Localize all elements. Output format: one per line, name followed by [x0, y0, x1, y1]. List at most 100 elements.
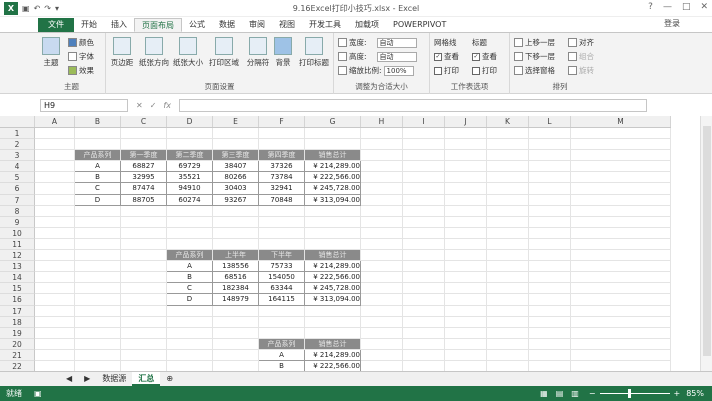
cell-K13[interactable]: [487, 261, 529, 273]
cell-L8[interactable]: [529, 205, 571, 217]
gridlines-print-checkbox[interactable]: [434, 66, 442, 75]
cell-H17[interactable]: [361, 305, 403, 317]
cell-D6[interactable]: 94910: [167, 183, 213, 195]
cell-K18[interactable]: [487, 316, 529, 328]
scroll-thumb[interactable]: [703, 126, 711, 356]
cell-C20[interactable]: [121, 338, 167, 350]
cell-A11[interactable]: [35, 238, 75, 251]
page-layout-view-icon[interactable]: ▤: [556, 389, 564, 398]
cell-H10[interactable]: [361, 227, 403, 239]
cell-H22[interactable]: [361, 360, 403, 371]
cell-I19[interactable]: [403, 327, 445, 339]
bring-forward-button[interactable]: 上移一层: [514, 37, 555, 48]
zoom-slider[interactable]: [599, 389, 670, 398]
row-header-1[interactable]: 1: [0, 128, 35, 140]
cell-I10[interactable]: [403, 227, 445, 239]
headings-view-checkbox[interactable]: ✓: [472, 52, 480, 61]
cell-H20[interactable]: [361, 338, 403, 350]
tab-page-layout[interactable]: 页面布局: [134, 18, 182, 32]
cell-E6[interactable]: 30403: [213, 183, 259, 195]
cell-A17[interactable]: [35, 305, 75, 317]
cell-D16[interactable]: D: [167, 294, 213, 306]
cell-M11[interactable]: [571, 238, 671, 251]
cell-A22[interactable]: [35, 360, 75, 371]
cell-K5[interactable]: [487, 172, 529, 184]
row-header-9[interactable]: 9: [0, 216, 35, 228]
cell-K3[interactable]: [487, 150, 529, 162]
cell-J13[interactable]: [445, 261, 487, 273]
cell-G12[interactable]: 销售总计: [305, 250, 361, 262]
column-header-M[interactable]: M: [571, 116, 671, 127]
cell-E16[interactable]: 148979: [213, 294, 259, 306]
column-header-H[interactable]: H: [361, 116, 403, 127]
cell-K16[interactable]: [487, 294, 529, 306]
tab-powerpivot[interactable]: POWERPIVOT: [386, 18, 453, 32]
login-link[interactable]: 登录: [664, 18, 680, 29]
zoom-in-icon[interactable]: +: [674, 389, 681, 398]
cell-K2[interactable]: [487, 139, 529, 151]
column-header-G[interactable]: G: [305, 116, 361, 127]
page-break-view-icon[interactable]: ▥: [571, 389, 579, 398]
margins-button[interactable]: 页边距: [108, 37, 136, 68]
cell-H12[interactable]: [361, 250, 403, 262]
restore-button[interactable]: □: [682, 2, 691, 12]
cell-E9[interactable]: [213, 216, 259, 228]
cell-L14[interactable]: [529, 272, 571, 284]
row-header-8[interactable]: 8: [0, 205, 35, 217]
cell-L6[interactable]: [529, 183, 571, 195]
cell-M17[interactable]: [571, 305, 671, 317]
row-header-22[interactable]: 22: [0, 360, 35, 371]
send-backward-button[interactable]: 下移一层: [514, 51, 555, 62]
cell-C4[interactable]: 68827: [121, 161, 167, 173]
row-header-10[interactable]: 10: [0, 227, 35, 239]
row-header-18[interactable]: 18: [0, 316, 35, 328]
cell-J1[interactable]: [445, 128, 487, 140]
cell-C21[interactable]: [121, 349, 167, 361]
rotate-button[interactable]: 旋转: [568, 65, 594, 76]
cell-A5[interactable]: [35, 172, 75, 184]
cell-B13[interactable]: [75, 261, 121, 273]
cell-M3[interactable]: [571, 150, 671, 162]
print-titles-button[interactable]: 打印标题: [296, 37, 332, 68]
cell-M19[interactable]: [571, 327, 671, 339]
cell-G5[interactable]: ¥ 222,566.00: [305, 172, 361, 184]
zoom-slider-thumb[interactable]: [627, 389, 631, 398]
row-header-7[interactable]: 7: [0, 194, 35, 206]
cell-A1[interactable]: [35, 128, 75, 140]
cell-M12[interactable]: [571, 250, 671, 262]
cell-B14[interactable]: [75, 272, 121, 284]
breaks-button[interactable]: 分隔符: [244, 37, 272, 68]
cell-I16[interactable]: [403, 294, 445, 306]
cell-G18[interactable]: [305, 316, 361, 328]
cell-M13[interactable]: [571, 261, 671, 273]
column-header-C[interactable]: C: [121, 116, 167, 127]
cell-A6[interactable]: [35, 183, 75, 195]
prev-sheet-icon[interactable]: ◀: [60, 372, 78, 386]
cell-A19[interactable]: [35, 327, 75, 339]
cell-K19[interactable]: [487, 327, 529, 339]
cell-J19[interactable]: [445, 327, 487, 339]
macro-record-icon[interactable]: ▣: [34, 389, 42, 398]
cell-I20[interactable]: [403, 338, 445, 350]
row-header-2[interactable]: 2: [0, 139, 35, 151]
cell-G13[interactable]: ¥ 214,289.00: [305, 261, 361, 273]
row-header-20[interactable]: 20: [0, 338, 35, 350]
cell-D4[interactable]: 69729: [167, 161, 213, 173]
selection-pane-button[interactable]: 选择窗格: [514, 65, 555, 76]
cell-D10[interactable]: [167, 227, 213, 239]
cell-J15[interactable]: [445, 283, 487, 295]
cell-H9[interactable]: [361, 216, 403, 228]
cell-C12[interactable]: [121, 250, 167, 262]
cell-J21[interactable]: [445, 349, 487, 361]
row-header-17[interactable]: 17: [0, 305, 35, 317]
cell-B16[interactable]: [75, 294, 121, 306]
cell-L15[interactable]: [529, 283, 571, 295]
scale-input[interactable]: 100%: [383, 65, 414, 76]
cell-H8[interactable]: [361, 205, 403, 217]
cell-B19[interactable]: [75, 327, 121, 339]
cell-M16[interactable]: [571, 294, 671, 306]
name-box[interactable]: H9: [40, 98, 128, 112]
cell-D20[interactable]: [167, 338, 213, 350]
cell-F11[interactable]: [259, 238, 305, 251]
cell-A8[interactable]: [35, 205, 75, 217]
